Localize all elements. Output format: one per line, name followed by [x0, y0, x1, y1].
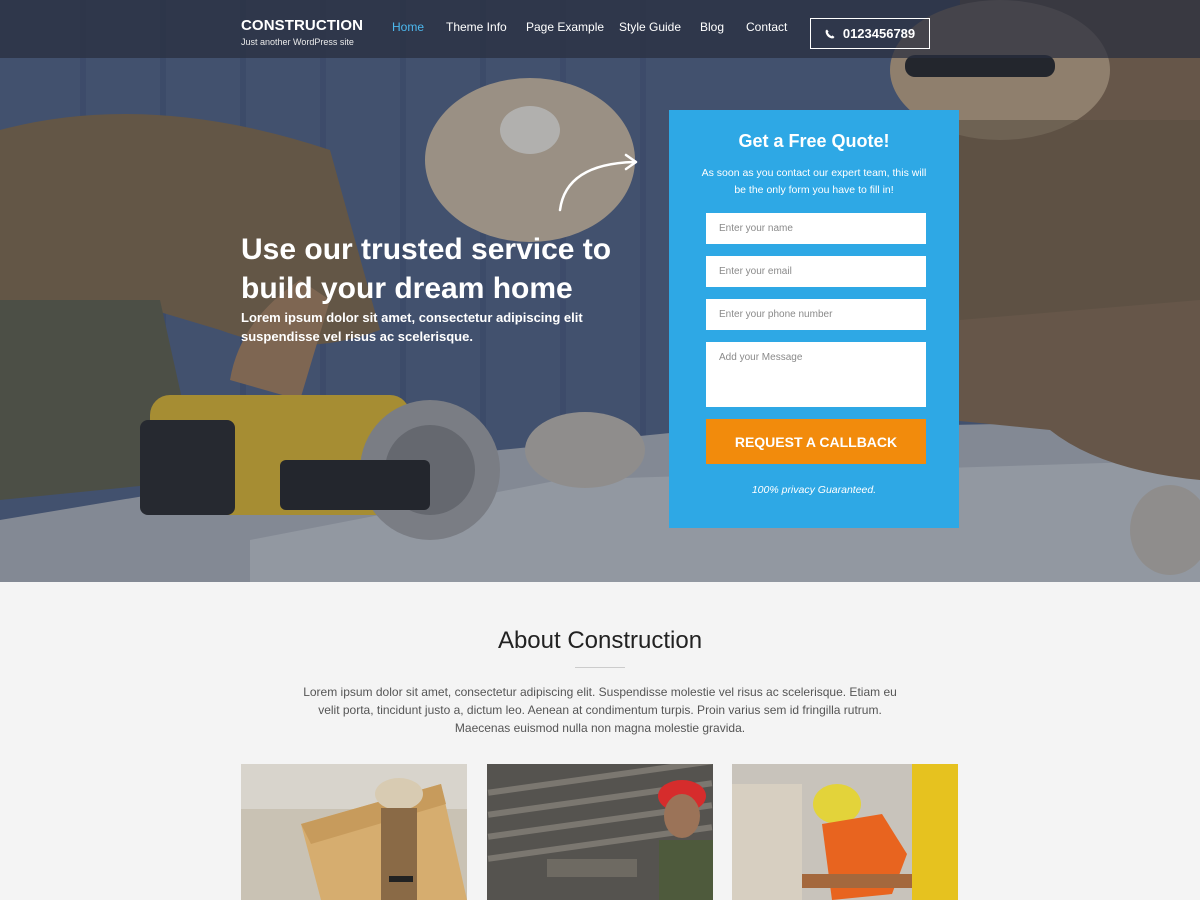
phone-input[interactable]: [706, 299, 926, 330]
quote-form-description: As soon as you contact our expert team, …: [701, 167, 927, 196]
worker-carrying-plywood-image: [241, 764, 467, 900]
quote-form: Get a Free Quote! As soon as you contact…: [669, 110, 959, 528]
nav-item-theme-info[interactable]: Theme Info: [446, 20, 526, 34]
phone-number: 0123456789: [842, 26, 916, 41]
about-section: About Construction Lorem ipsum dolor sit…: [0, 582, 1200, 900]
arrow-icon: [558, 153, 638, 212]
service-card-image-1[interactable]: [241, 764, 467, 900]
worker-under-roof-image: [487, 764, 713, 900]
request-callback-button[interactable]: REQUEST A CALLBACK: [706, 419, 926, 464]
site-brand[interactable]: CONSTRUCTION Just another WordPress site: [241, 17, 363, 47]
about-text: Lorem ipsum dolor sit amet, consectetur …: [303, 685, 897, 735]
message-textarea[interactable]: [706, 342, 926, 407]
phone-button[interactable]: 0123456789: [810, 18, 930, 49]
service-card-image-3[interactable]: [732, 764, 958, 900]
privacy-note: 100% privacy Guaranteed.: [751, 484, 877, 496]
site-header: CONSTRUCTION Just another WordPress site…: [0, 0, 1200, 58]
name-input[interactable]: [706, 213, 926, 244]
about-title: About Construction: [497, 627, 703, 654]
site-tagline: Just another WordPress site: [241, 37, 354, 47]
nav-item-home[interactable]: Home: [392, 20, 446, 34]
hero-subtext: Lorem ipsum dolor sit amet, consectetur …: [241, 310, 583, 344]
hero-section: Use our trusted service to build your dr…: [0, 0, 1200, 582]
nav-item-page-example[interactable]: Page Example: [526, 20, 619, 34]
nav-item-contact[interactable]: Contact: [746, 20, 787, 34]
main-nav: Home Theme Info Page Example Style Guide…: [392, 20, 787, 34]
service-card-image-2[interactable]: [487, 764, 713, 900]
quote-form-title: Get a Free Quote!: [738, 131, 890, 151]
email-input[interactable]: [706, 256, 926, 287]
welder-in-orange-suit-image: [732, 764, 958, 900]
hero-heading: Use our trusted service to build your dr…: [241, 233, 612, 305]
phone-icon: [825, 29, 835, 38]
nav-item-style-guide[interactable]: Style Guide: [619, 20, 700, 34]
about-divider: [575, 667, 625, 668]
nav-item-blog[interactable]: Blog: [700, 20, 746, 34]
site-title[interactable]: CONSTRUCTION: [241, 17, 363, 34]
